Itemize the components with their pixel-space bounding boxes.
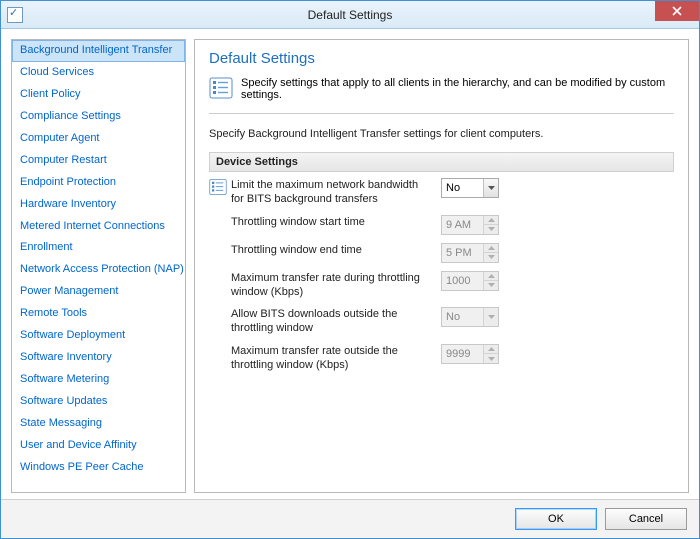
dialog-window: Default Settings Background Intelligent …: [0, 0, 700, 539]
setting-dropdown[interactable]: No: [441, 178, 499, 198]
setting-value: 5 PM: [442, 244, 483, 262]
setting-row: Allow BITS downloads outside the throttl…: [209, 307, 674, 336]
category-item[interactable]: Software Metering: [12, 369, 185, 391]
setting-row: Throttling window end time5 PM: [209, 243, 674, 263]
category-item[interactable]: Windows PE Peer Cache: [12, 457, 185, 479]
intro-row: Specify settings that apply to all clien…: [209, 77, 674, 101]
category-item[interactable]: Enrollment: [12, 237, 185, 259]
ok-button[interactable]: OK: [515, 508, 597, 530]
setting-label: Throttling window start time: [231, 215, 441, 229]
spin-down-icon: [484, 252, 498, 262]
category-item[interactable]: Background Intelligent Transfer: [12, 40, 185, 62]
spin-down-icon: [484, 353, 498, 363]
setting-label: Limit the maximum network bandwidth for …: [231, 178, 441, 207]
setting-spinner: 5 PM: [441, 243, 499, 263]
setting-value: No: [442, 179, 483, 197]
section-description: Specify Background Intelligent Transfer …: [209, 128, 674, 140]
category-item[interactable]: User and Device Affinity: [12, 435, 185, 457]
settings-list: Limit the maximum network bandwidth for …: [209, 178, 674, 372]
category-item[interactable]: Software Updates: [12, 391, 185, 413]
setting-value: 1000: [442, 272, 483, 290]
category-item[interactable]: Power Management: [12, 281, 185, 303]
setting-spinner: 1000: [441, 271, 499, 291]
setting-value: No: [442, 308, 483, 326]
category-item[interactable]: Hardware Inventory: [12, 194, 185, 216]
setting-spinner: 9999: [441, 344, 499, 364]
cancel-button[interactable]: Cancel: [605, 508, 687, 530]
checklist-icon: [209, 77, 233, 99]
setting-label: Allow BITS downloads outside the throttl…: [231, 307, 441, 336]
window-title: Default Settings: [1, 8, 699, 22]
spin-up-icon: [484, 244, 498, 253]
spin-up-icon: [484, 272, 498, 281]
spin-down-icon: [484, 224, 498, 234]
category-item[interactable]: Computer Restart: [12, 150, 185, 172]
intro-text: Specify settings that apply to all clien…: [241, 77, 674, 101]
setting-row: Limit the maximum network bandwidth for …: [209, 178, 674, 207]
chevron-down-icon: [483, 308, 498, 326]
setting-dropdown: No: [441, 307, 499, 327]
close-icon: [672, 6, 682, 16]
dialog-body: Background Intelligent TransferCloud Ser…: [1, 29, 699, 499]
close-button[interactable]: [655, 1, 699, 21]
category-item[interactable]: Network Access Protection (NAP): [12, 259, 185, 281]
setting-row: Maximum transfer rate outside the thrott…: [209, 344, 674, 373]
category-item[interactable]: Metered Internet Connections: [12, 216, 185, 238]
divider: [209, 113, 674, 114]
chevron-down-icon[interactable]: [483, 179, 498, 197]
setting-value: 9999: [442, 345, 483, 363]
category-item[interactable]: Compliance Settings: [12, 106, 185, 128]
category-item[interactable]: Endpoint Protection: [12, 172, 185, 194]
setting-label: Throttling window end time: [231, 243, 441, 257]
content-panel: Default Settings Specify settings that a…: [194, 39, 689, 493]
setting-value: 9 AM: [442, 216, 483, 234]
setting-spinner: 9 AM: [441, 215, 499, 235]
setting-icon: [209, 178, 231, 199]
spin-down-icon: [484, 280, 498, 290]
category-item[interactable]: Software Inventory: [12, 347, 185, 369]
category-item[interactable]: Computer Agent: [12, 128, 185, 150]
spinner-buttons: [483, 216, 498, 234]
spinner-buttons: [483, 244, 498, 262]
group-header: Device Settings: [209, 152, 674, 172]
checklist-icon: [209, 178, 227, 196]
category-list[interactable]: Background Intelligent TransferCloud Ser…: [11, 39, 186, 493]
category-item[interactable]: Client Policy: [12, 84, 185, 106]
dialog-footer: OK Cancel: [1, 499, 699, 538]
category-item[interactable]: State Messaging: [12, 413, 185, 435]
spinner-buttons: [483, 345, 498, 363]
category-item[interactable]: Cloud Services: [12, 62, 185, 84]
setting-label: Maximum transfer rate during throttling …: [231, 271, 441, 300]
setting-row: Throttling window start time9 AM: [209, 215, 674, 235]
spinner-buttons: [483, 272, 498, 290]
content-heading: Default Settings: [209, 50, 674, 67]
setting-label: Maximum transfer rate outside the thrott…: [231, 344, 441, 373]
spin-up-icon: [484, 345, 498, 354]
titlebar: Default Settings: [1, 1, 699, 29]
setting-row: Maximum transfer rate during throttling …: [209, 271, 674, 300]
category-item[interactable]: Software Deployment: [12, 325, 185, 347]
system-menu-icon[interactable]: [7, 7, 23, 23]
category-item[interactable]: Remote Tools: [12, 303, 185, 325]
spin-up-icon: [484, 216, 498, 225]
